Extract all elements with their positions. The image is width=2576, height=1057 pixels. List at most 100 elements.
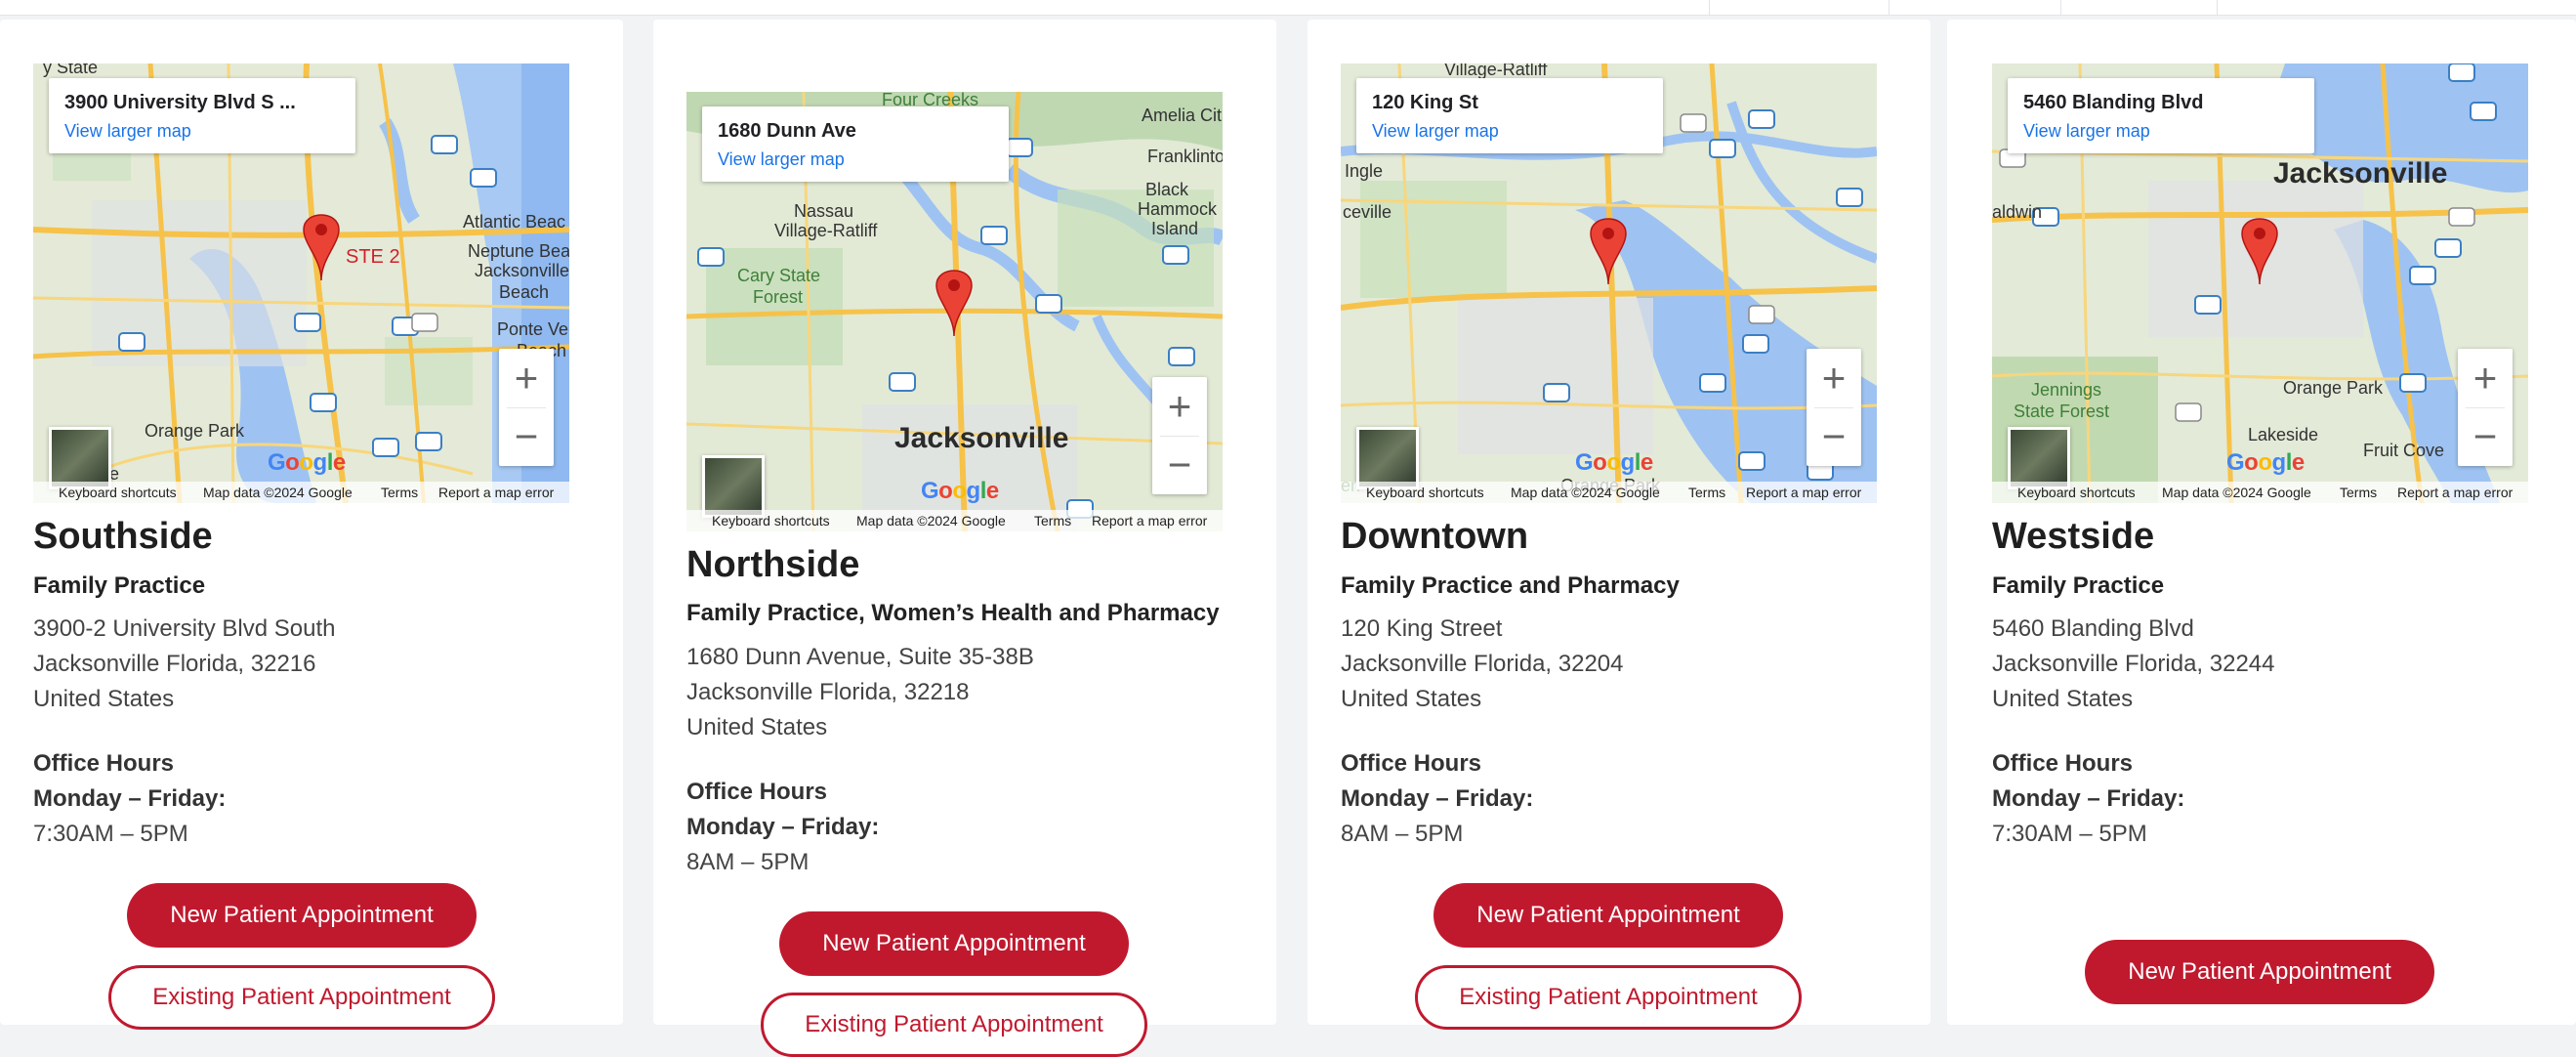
address-line-2: Jacksonville Florida, 32218 — [686, 679, 970, 705]
map-place-label: aldwin — [1992, 202, 2043, 222]
report-map-error-link[interactable]: Report a map error — [1092, 513, 1207, 528]
existing-patient-appointment-button[interactable]: Existing Patient Appointment — [108, 965, 495, 1030]
map-place-label: Beach — [499, 282, 550, 302]
address-line-2: Jacksonville Florida, 32244 — [1992, 651, 2275, 677]
map-data-text: Map data ©2024 Google — [2162, 485, 2311, 500]
map-place-label: Jennings — [2031, 380, 2102, 400]
map-place-label: State Forest — [2014, 402, 2110, 421]
location-card-westside: Jacksonville aldwin Orange Park Lakeside… — [1947, 20, 2576, 1025]
address-country: United States — [686, 714, 828, 740]
map-place-label: Atlantic Beac — [463, 212, 566, 232]
map-info-box: 1680 Dunn Ave View larger map — [702, 106, 1009, 182]
map-place-label: Black — [1145, 180, 1189, 199]
google-logo: Google — [268, 449, 346, 476]
map-place-label: Neptune Beac — [468, 241, 569, 261]
address-line-1: 5460 Blanding Blvd — [1992, 615, 2194, 642]
office-hours-heading: Office Hours — [1992, 750, 2134, 777]
address-country: United States — [1341, 686, 1482, 712]
zoom-out-button[interactable]: − — [1807, 407, 1861, 466]
map-place-label: Lakeside — [2248, 425, 2319, 444]
map-place-label: Orange Park — [2283, 378, 2384, 398]
view-larger-map-link[interactable]: View larger map — [2023, 121, 2150, 142]
existing-patient-appointment-button[interactable]: Existing Patient Appointment — [761, 993, 1147, 1057]
map-info-box: 3900 University Blvd S ... View larger m… — [49, 78, 355, 153]
zoom-in-button[interactable]: + — [499, 349, 554, 407]
map-place-label: Ingle — [1345, 161, 1384, 181]
zoom-out-button[interactable]: − — [499, 407, 554, 466]
google-logo: Google — [2226, 449, 2305, 476]
terms-link[interactable]: Terms — [1034, 513, 1071, 528]
satellite-toggle[interactable] — [49, 427, 111, 489]
office-days: Monday – Friday: — [1341, 785, 1534, 812]
office-hours-value: 7:30AM – 5PM — [33, 821, 188, 847]
view-larger-map-link[interactable]: View larger map — [718, 149, 845, 170]
map-attribution: Keyboard shortcuts Map data ©2024 Google… — [686, 510, 1223, 531]
terms-link[interactable]: Terms — [1688, 485, 1725, 500]
zoom-out-button[interactable]: − — [1152, 436, 1207, 494]
location-card-downtown: Village-Ratliff Ingle ceville Orange Par… — [1308, 20, 1931, 1030]
address-country: United States — [33, 686, 175, 712]
existing-patient-appointment-button[interactable]: Existing Patient Appointment — [1415, 965, 1802, 1030]
office-hours-value: 8AM – 5PM — [1341, 821, 1464, 847]
map-attribution: Keyboard shortcuts Map data ©2024 Google… — [33, 482, 569, 503]
map-place-label: Ponte Ved — [497, 319, 569, 339]
office-days: Monday – Friday: — [686, 814, 880, 840]
map-info-box: 5460 Blanding Blvd View larger map — [2008, 78, 2314, 153]
office-hours-heading: Office Hours — [1341, 750, 1482, 777]
location-map[interactable]: Amelia Cit Franklinto Black Hammock Isla… — [686, 92, 1223, 531]
map-address: 120 King St — [1372, 92, 1478, 113]
address-line-2: Jacksonville Florida, 32216 — [33, 651, 316, 677]
view-larger-map-link[interactable]: View larger map — [1372, 121, 1499, 142]
new-patient-appointment-button[interactable]: New Patient Appointment — [1433, 883, 1783, 948]
new-patient-appointment-button[interactable]: New Patient Appointment — [2085, 940, 2434, 1004]
location-map[interactable]: Village-Ratliff Ingle ceville Orange Par… — [1341, 63, 1877, 503]
location-card-southside: Atlantic Beac Neptune Beac Jacksonville … — [0, 20, 623, 1030]
address-line-1: 120 King Street — [1341, 615, 1503, 642]
satellite-toggle[interactable] — [2008, 427, 2070, 489]
map-place-label: Fruit Cove — [2363, 441, 2445, 460]
practice-type: Family Practice, Women’s Health and Phar… — [686, 600, 1220, 626]
location-name: Westside — [1992, 516, 2155, 557]
terms-link[interactable]: Terms — [381, 485, 418, 500]
satellite-toggle[interactable] — [702, 455, 765, 518]
terms-link[interactable]: Terms — [2340, 485, 2377, 500]
map-city-label: Jacksonville — [894, 422, 1069, 454]
practice-type: Family Practice and Pharmacy — [1341, 572, 1680, 599]
address-line-1: 1680 Dunn Avenue, Suite 35-38B — [686, 644, 1034, 670]
office-days: Monday – Friday: — [33, 785, 227, 812]
map-address: 5460 Blanding Blvd — [2023, 92, 2204, 113]
satellite-toggle[interactable] — [1356, 427, 1419, 489]
map-attribution: Keyboard shortcuts Map data ©2024 Google… — [1992, 482, 2528, 503]
report-map-error-link[interactable]: Report a map error — [2397, 485, 2513, 500]
map-address: 3900 University Blvd S ... — [64, 92, 296, 113]
map-place-label: Amelia Cit — [1142, 106, 1223, 125]
keyboard-shortcuts-link[interactable]: Keyboard shortcuts — [2017, 485, 2136, 500]
new-patient-appointment-button[interactable]: New Patient Appointment — [779, 911, 1129, 976]
keyboard-shortcuts-link[interactable]: Keyboard shortcuts — [712, 513, 830, 528]
address-line-1: 3900-2 University Blvd South — [33, 615, 336, 642]
report-map-error-link[interactable]: Report a map error — [438, 485, 554, 500]
map-place-label: Nassau — [794, 201, 854, 221]
map-zoom-control: + − — [1807, 349, 1861, 466]
zoom-in-button[interactable]: + — [2458, 349, 2513, 407]
zoom-in-button[interactable]: + — [1152, 377, 1207, 436]
location-map[interactable]: Jacksonville aldwin Orange Park Lakeside… — [1992, 63, 2528, 503]
report-map-error-link[interactable]: Report a map error — [1746, 485, 1861, 500]
map-info-box: 120 King St View larger map — [1356, 78, 1663, 153]
zoom-out-button[interactable]: − — [2458, 407, 2513, 466]
map-zoom-control: + − — [1152, 377, 1207, 494]
view-larger-map-link[interactable]: View larger map — [64, 121, 191, 142]
location-name: Downtown — [1341, 516, 1529, 557]
top-bar-segment — [1709, 0, 1890, 15]
location-name: Northside — [686, 544, 860, 585]
map-zoom-control: + − — [2458, 349, 2513, 466]
map-city-label: Jacksonville — [2273, 157, 2448, 190]
new-patient-appointment-button[interactable]: New Patient Appointment — [127, 883, 477, 948]
zoom-in-button[interactable]: + — [1807, 349, 1861, 407]
map-data-text: Map data ©2024 Google — [203, 485, 353, 500]
keyboard-shortcuts-link[interactable]: Keyboard shortcuts — [59, 485, 177, 500]
address-line-2: Jacksonville Florida, 32204 — [1341, 651, 1624, 677]
location-map[interactable]: Atlantic Beac Neptune Beac Jacksonville … — [33, 63, 569, 503]
office-days: Monday – Friday: — [1992, 785, 2185, 812]
keyboard-shortcuts-link[interactable]: Keyboard shortcuts — [1366, 485, 1484, 500]
